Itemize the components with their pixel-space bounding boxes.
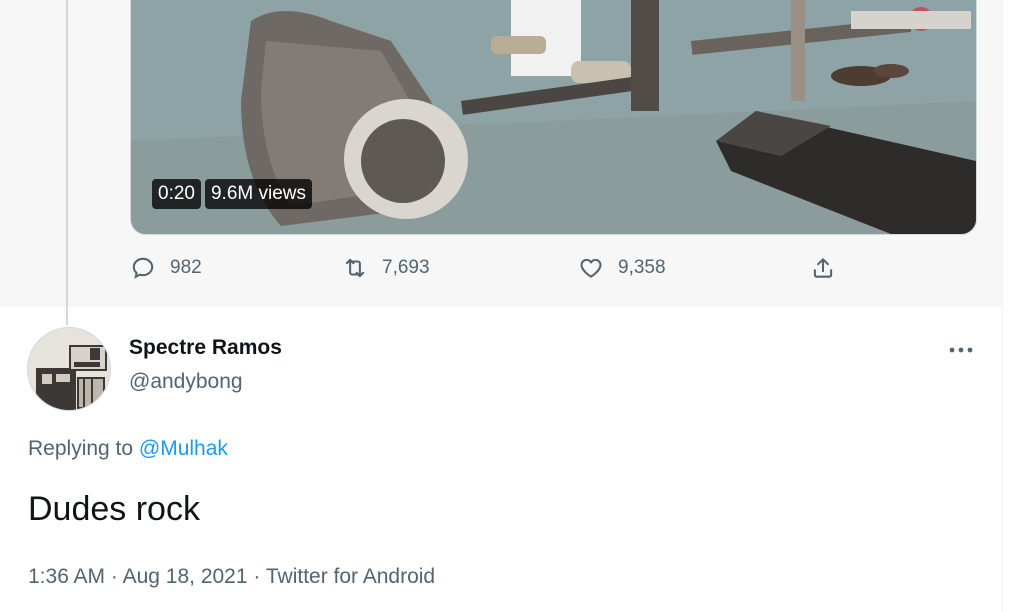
share-button[interactable] [810, 255, 836, 281]
thread-connector-line [66, 0, 68, 325]
more-options-button[interactable] [946, 335, 976, 365]
reply-count: 982 [170, 257, 202, 278]
like-icon [580, 258, 602, 278]
reply-icon [132, 257, 154, 279]
author-name[interactable]: Spectre Ramos [129, 336, 282, 360]
tweet-time[interactable]: 1:36 AM [28, 565, 105, 588]
like-button[interactable]: 9,358 [578, 255, 666, 281]
tweet-date[interactable]: Aug 18, 2021 [123, 565, 248, 588]
tweet-meta: 1:36 AM · Aug 18, 2021 · Twitter for And… [28, 565, 435, 589]
replying-to-mention[interactable]: @Mulhak [139, 437, 228, 460]
video-view-count: 9.6M views [204, 179, 313, 209]
reply-button[interactable]: 982 [130, 255, 202, 281]
author-handle[interactable]: @andybong [129, 370, 243, 394]
replying-to-line: Replying to @Mulhak [28, 437, 228, 461]
timeline-border [1002, 0, 1003, 612]
replying-to-label: Replying to [28, 437, 134, 460]
more-icon [949, 347, 973, 353]
video-duration: 0:20 [152, 179, 201, 209]
retweet-button[interactable]: 7,693 [342, 255, 430, 281]
like-count: 9,358 [618, 257, 666, 278]
meta-separator: · [110, 565, 118, 588]
video-info-overlay: 0:20 9.6M views [152, 179, 313, 209]
tweet-thread-view: 0:20 9.6M views 982 7,693 9,358 Spectre … [0, 0, 1024, 612]
retweet-icon [345, 258, 365, 278]
tweet-action-bar: 982 7,693 9,358 [130, 255, 850, 287]
meta-separator: · [253, 565, 261, 588]
tweet-source[interactable]: Twitter for Android [266, 565, 435, 588]
share-icon [813, 258, 833, 278]
avatar-image [28, 328, 110, 410]
retweet-count: 7,693 [382, 257, 430, 278]
avatar[interactable] [27, 327, 111, 411]
tweet-text: Dudes rock [28, 490, 200, 528]
tweet-video[interactable]: 0:20 9.6M views [130, 0, 977, 235]
